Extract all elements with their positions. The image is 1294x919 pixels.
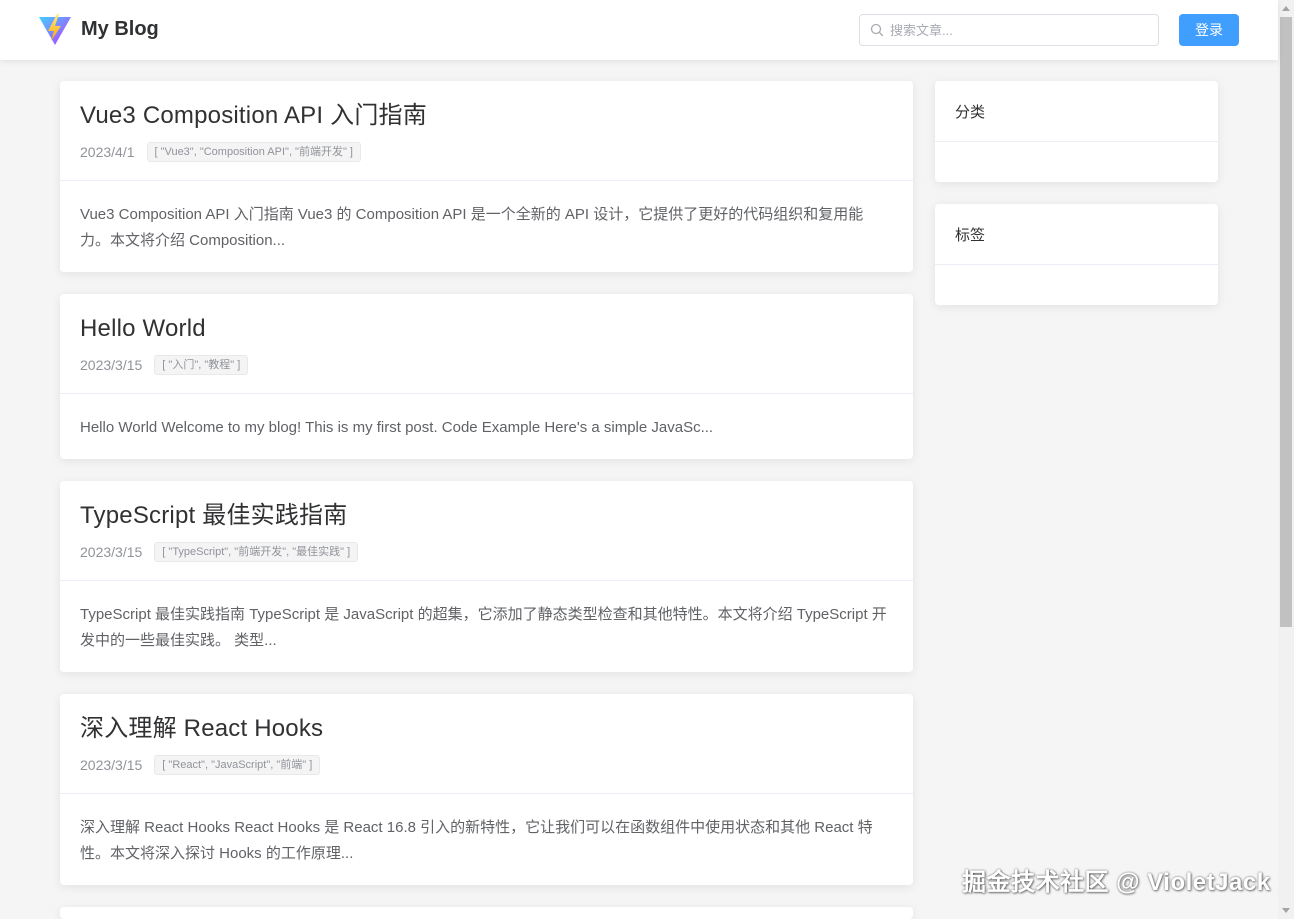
- post-card[interactable]: Hello World 2023/3/15 [ "入门", "教程" ] Hel…: [60, 294, 913, 459]
- post-header: Vue3 Composition API 入门指南 2023/4/1 [ "Vu…: [60, 81, 913, 181]
- post-tags-badge: [ "TypeScript", "前端开发", "最佳实践" ]: [154, 542, 359, 562]
- vite-logo-icon[interactable]: [38, 13, 72, 47]
- post-title[interactable]: 深入理解 React Hooks: [80, 712, 893, 746]
- post-header: Hello World 2023/3/15 [ "入门", "教程" ]: [60, 294, 913, 394]
- top-header: My Blog 登录: [0, 0, 1278, 60]
- tags-card: 标签: [935, 204, 1218, 305]
- search-icon: [870, 23, 884, 37]
- post-meta: 2023/3/15 [ "React", "JavaScript", "前端" …: [80, 754, 893, 776]
- post-excerpt: Vue3 Composition API 入门指南 Vue3 的 Composi…: [80, 206, 864, 249]
- post-tags-badge: [ "React", "JavaScript", "前端" ]: [154, 755, 321, 775]
- categories-list: [935, 142, 1218, 182]
- post-title[interactable]: TypeScript 最佳实践指南: [80, 499, 893, 533]
- login-button[interactable]: 登录: [1179, 14, 1239, 46]
- scroll-up-arrow-icon[interactable]: [1282, 6, 1290, 11]
- post-card[interactable]: Vue3 Composition API 入门指南 2023/4/1 [ "Vu…: [60, 81, 913, 272]
- search-box[interactable]: [859, 14, 1159, 46]
- post-header: TypeScript 最佳实践指南 2023/3/15 [ "TypeScrip…: [60, 481, 913, 581]
- post-card[interactable]: TypeScript 最佳实践指南 2023/3/15 [ "TypeScrip…: [60, 481, 913, 672]
- watermark-text: 掘金技术社区 @ VioletJack: [962, 869, 1271, 896]
- scroll-down-arrow-icon[interactable]: [1282, 908, 1290, 913]
- post-meta: 2023/3/15 [ "入门", "教程" ]: [80, 354, 893, 376]
- post-card[interactable]: [60, 907, 913, 919]
- search-input[interactable]: [890, 16, 1152, 44]
- post-date: 2023/3/15: [80, 357, 143, 373]
- page-scrollbar[interactable]: [1278, 0, 1294, 919]
- post-excerpt: 深入理解 React Hooks React Hooks 是 React 16.…: [80, 819, 873, 862]
- post-tags-badge: [ "入门", "教程" ]: [154, 355, 249, 375]
- post-meta: 2023/3/15 [ "TypeScript", "前端开发", "最佳实践"…: [80, 541, 893, 563]
- post-tags-badge: [ "Vue3", "Composition API", "前端开发" ]: [146, 142, 361, 162]
- tags-title: 标签: [935, 204, 1218, 265]
- categories-title: 分类: [935, 81, 1218, 142]
- post-header: 深入理解 React Hooks 2023/3/15 [ "React", "J…: [60, 694, 913, 794]
- post-card[interactable]: 深入理解 React Hooks 2023/3/15 [ "React", "J…: [60, 694, 913, 885]
- post-date: 2023/3/15: [80, 544, 143, 560]
- post-date: 2023/4/1: [80, 144, 135, 160]
- post-title[interactable]: Vue3 Composition API 入门指南: [80, 99, 893, 133]
- post-title[interactable]: Hello World: [80, 312, 893, 346]
- categories-card: 分类: [935, 81, 1218, 182]
- post-meta: 2023/4/1 [ "Vue3", "Composition API", "前…: [80, 141, 893, 163]
- post-excerpt: TypeScript 最佳实践指南 TypeScript 是 JavaScrip…: [80, 606, 887, 649]
- site-title[interactable]: My Blog: [81, 18, 159, 41]
- post-excerpt: Hello World Welcome to my blog! This is …: [80, 419, 714, 436]
- scrollbar-thumb[interactable]: [1280, 17, 1292, 627]
- tags-list: [935, 265, 1218, 305]
- post-date: 2023/3/15: [80, 757, 143, 773]
